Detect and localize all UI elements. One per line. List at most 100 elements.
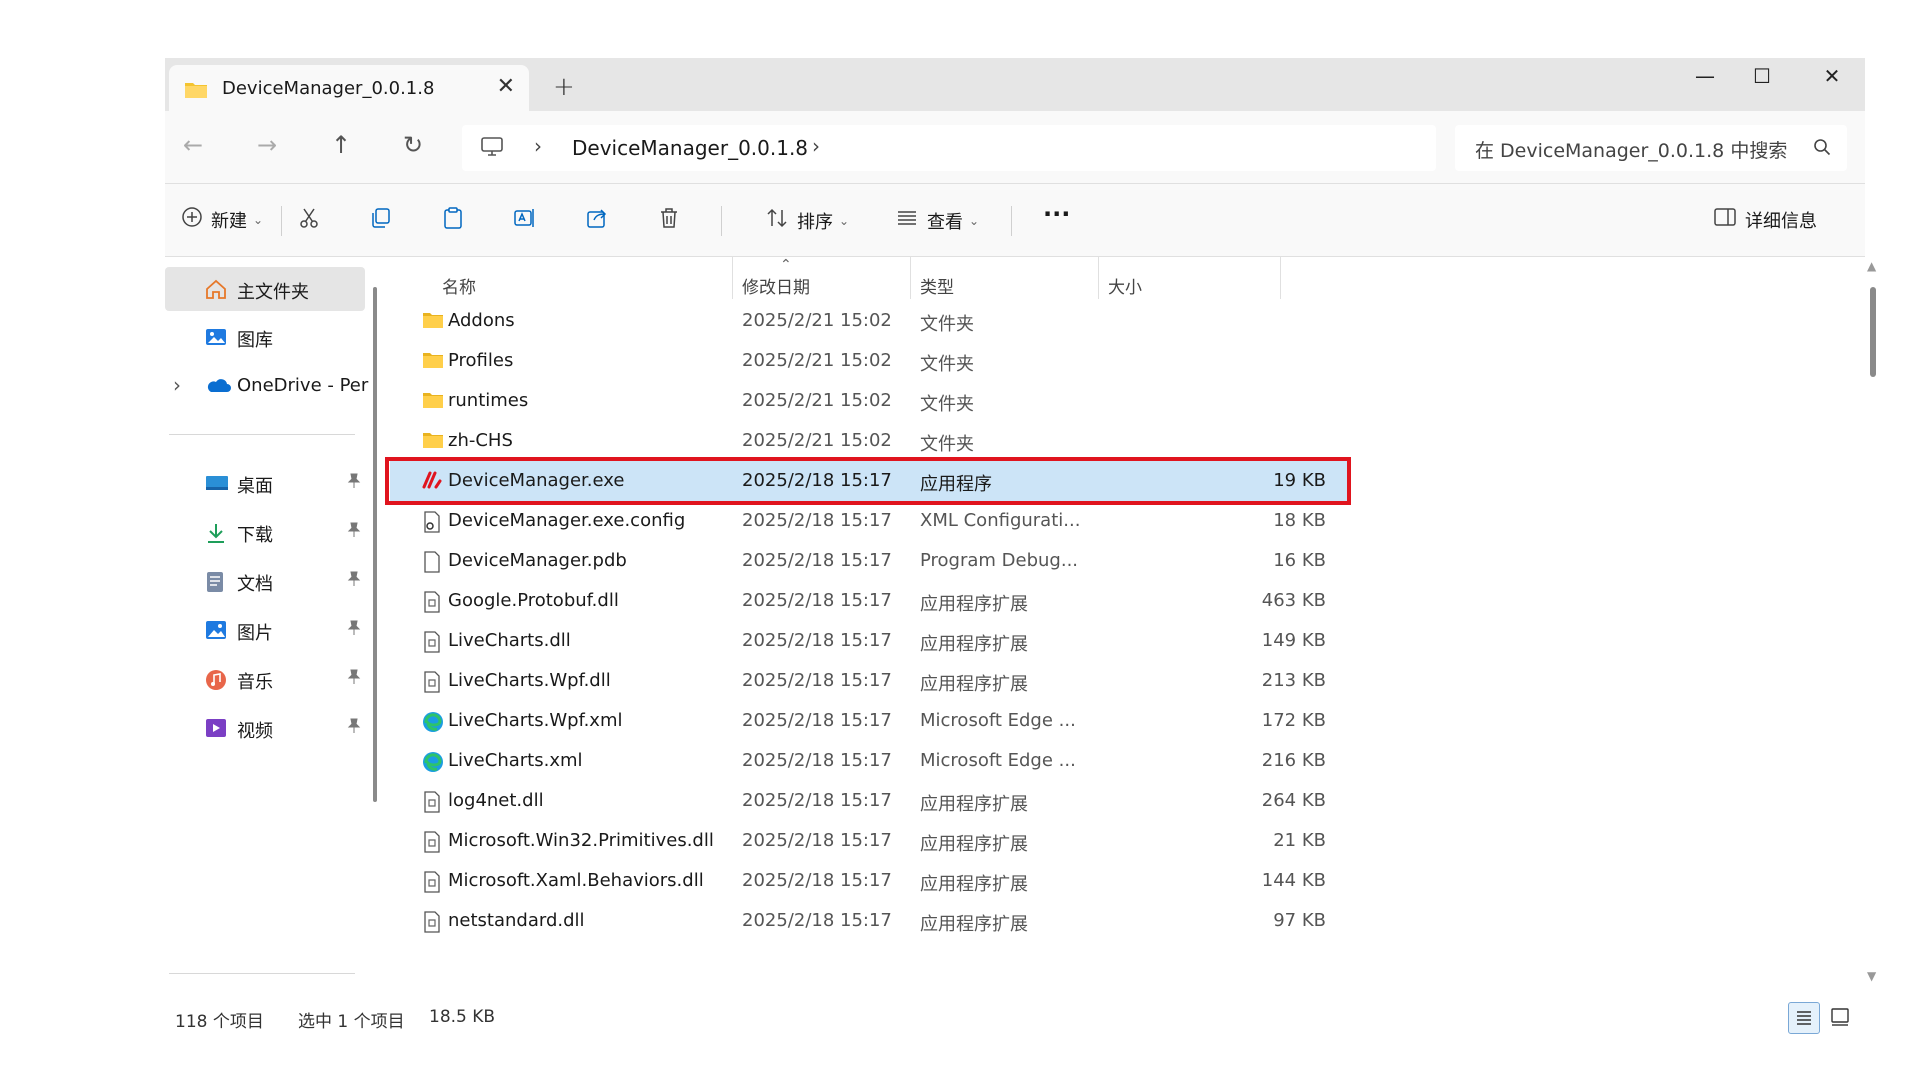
column-header-size[interactable]: 大小 [1108,273,1142,298]
file-row[interactable]: Addons 2025/2/21 15:02 文件夹 [390,301,1350,341]
scroll-up-icon[interactable]: ▲ [1867,259,1876,273]
edge-icon [422,711,444,738]
file-row[interactable]: DeviceManager.exe.config 2025/2/18 15:17 X… [390,501,1350,541]
pin-icon[interactable] [347,473,361,494]
close-window-button[interactable]: ✕ [1802,64,1862,88]
file-name: LiveCharts.Wpf.xml [448,710,623,731]
tiles-view-button[interactable] [1825,1002,1855,1032]
list-scrollbar[interactable] [1870,287,1876,377]
file-row[interactable]: netstandard.dll 2025/2/18 15:17 应用程序扩展 97 K… [390,901,1350,941]
file-row[interactable]: LiveCharts.xml 2025/2/18 15:17 Microsoft E… [390,741,1350,781]
sidebar-item-music[interactable]: 音乐 [165,657,365,701]
file-date: 2025/2/18 15:17 [742,710,892,731]
share-button[interactable] [585,206,617,235]
file-date: 2025/2/18 15:17 [742,670,892,691]
cut-button[interactable] [297,206,329,235]
search-icon[interactable] [1813,138,1831,160]
pin-icon[interactable] [347,669,361,690]
delete-button[interactable] [657,206,689,235]
minimize-button[interactable]: — [1675,64,1735,88]
file-row[interactable]: LiveCharts.Wpf.xml 2025/2/18 15:17 Microso… [390,701,1350,741]
sidebar-item-desktop[interactable]: 桌面 [165,461,365,505]
sidebar-item-home[interactable]: 主文件夹 [165,267,365,311]
file-row[interactable]: Profiles 2025/2/21 15:02 文件夹 [390,341,1350,381]
column-header-type[interactable]: 类型 [920,273,954,298]
file-date: 2025/2/18 15:17 [742,590,892,611]
chevron-right-icon[interactable]: › [173,373,181,397]
refresh-button[interactable]: ↻ [403,131,423,159]
file-row[interactable]: log4net.dll 2025/2/18 15:17 应用程序扩展 264 KB [390,781,1350,821]
new-button[interactable]: 新建 ⌄ [181,206,263,233]
address-bar[interactable]: › DeviceManager_0.0.1.8 › [462,125,1436,171]
file-row[interactable]: Microsoft.Xaml.Behaviors.dll 2025/2/18 15… [390,861,1350,901]
file-explorer-window: DeviceManager_0.0.1.8 ✕ + — ☐ ✕ ← → ↑ ↻ … [165,58,1876,1036]
sidebar-item-gallery[interactable]: 图库 [165,315,365,359]
sort-button[interactable]: 排序 ⌄ [765,206,849,235]
details-pane-button[interactable]: 详细信息 [1713,206,1817,233]
videos-icon [205,718,227,743]
breadcrumb-devicemanager[interactable]: DeviceManager_0.0.1.8 [572,136,808,160]
file-date: 2025/2/18 15:17 [742,750,892,771]
maximize-button[interactable]: ☐ [1732,64,1792,88]
file-name: LiveCharts.Wpf.dll [448,670,611,691]
forward-button[interactable]: → [257,131,277,159]
view-button[interactable]: 查看 ⌄ [895,206,979,235]
file-row[interactable]: zh-CHS 2025/2/21 15:02 文件夹 [390,421,1350,461]
folder-icon [422,431,444,454]
file-row[interactable]: runtimes 2025/2/21 15:02 文件夹 [390,381,1350,421]
column-header-name[interactable]: 名称 [442,273,476,298]
back-button[interactable]: ← [183,131,203,159]
pin-icon[interactable] [347,522,361,543]
file-row[interactable]: LiveCharts.dll 2025/2/18 15:17 应用程序扩展 149 K… [390,621,1350,661]
separator [1011,206,1012,236]
file-size: 21 KB [1273,830,1326,851]
up-button[interactable]: ↑ [331,131,351,159]
sort-ascending-icon: ⌃ [780,257,792,273]
search-box[interactable]: 在 DeviceManager_0.0.1.8 中搜索 [1455,125,1847,171]
sidebar-item-documents[interactable]: 文档 [165,559,365,603]
file-type: 应用程序扩展 [920,674,1028,695]
dll-file-icon [422,831,442,858]
file-type: 应用程序扩展 [920,594,1028,615]
file-date: 2025/2/21 15:02 [742,310,892,331]
title-bar: DeviceManager_0.0.1.8 ✕ + — ☐ ✕ [165,58,1865,111]
column-separator[interactable] [732,257,733,299]
file-row[interactable]: LiveCharts.Wpf.dll 2025/2/18 15:17 应用程序扩展 2… [390,661,1350,701]
folder-icon [422,311,444,334]
sidebar-item-label: 视频 [237,721,273,742]
file-type: 应用程序扩展 [920,794,1028,815]
tab-devicemanager[interactable]: DeviceManager_0.0.1.8 ✕ [169,65,529,111]
copy-button[interactable] [369,206,401,235]
folder-icon [422,391,444,414]
blank-file-icon [422,551,442,578]
file-row[interactable]: Microsoft.Win32.Primitives.dll 2025/2/18 … [390,821,1350,861]
column-separator[interactable] [1098,257,1099,299]
dll-file-icon [422,871,442,898]
rename-button[interactable] [513,206,545,235]
details-view-button[interactable] [1788,1002,1820,1034]
breadcrumb-separator-end[interactable]: › [812,134,820,158]
file-row[interactable]: DeviceManager.pdb 2025/2/18 15:17 Program … [390,541,1350,581]
paste-button[interactable] [441,206,473,235]
sidebar-item-videos[interactable]: 视频 [165,706,365,750]
column-separator[interactable] [910,257,911,299]
pin-icon[interactable] [347,571,361,592]
pin-icon[interactable] [347,718,361,739]
sidebar-item-onedrive[interactable]: › OneDrive - Per [165,364,368,408]
nav-scrollbar[interactable] [373,287,377,802]
more-options-button[interactable]: ··· [1043,200,1070,228]
file-row[interactable]: Google.Protobuf.dll 2025/2/18 15:17 应用程序扩展… [390,581,1350,621]
sidebar-item-downloads[interactable]: 下载 [165,510,365,554]
new-tab-button[interactable]: + [553,72,575,102]
breadcrumb-separator[interactable]: › [534,134,542,158]
tab-close-icon[interactable]: ✕ [497,74,515,99]
pin-icon[interactable] [347,620,361,641]
scroll-down-icon[interactable]: ▼ [1867,969,1876,983]
search-input[interactable]: 在 DeviceManager_0.0.1.8 中搜索 [1475,136,1787,163]
column-separator[interactable] [1280,257,1281,299]
separator [281,206,282,236]
file-size: 144 KB [1261,870,1326,891]
sidebar-item-pictures[interactable]: 图片 [165,608,365,652]
file-name: Addons [448,310,515,331]
column-header-modified[interactable]: 修改日期 [742,273,810,298]
